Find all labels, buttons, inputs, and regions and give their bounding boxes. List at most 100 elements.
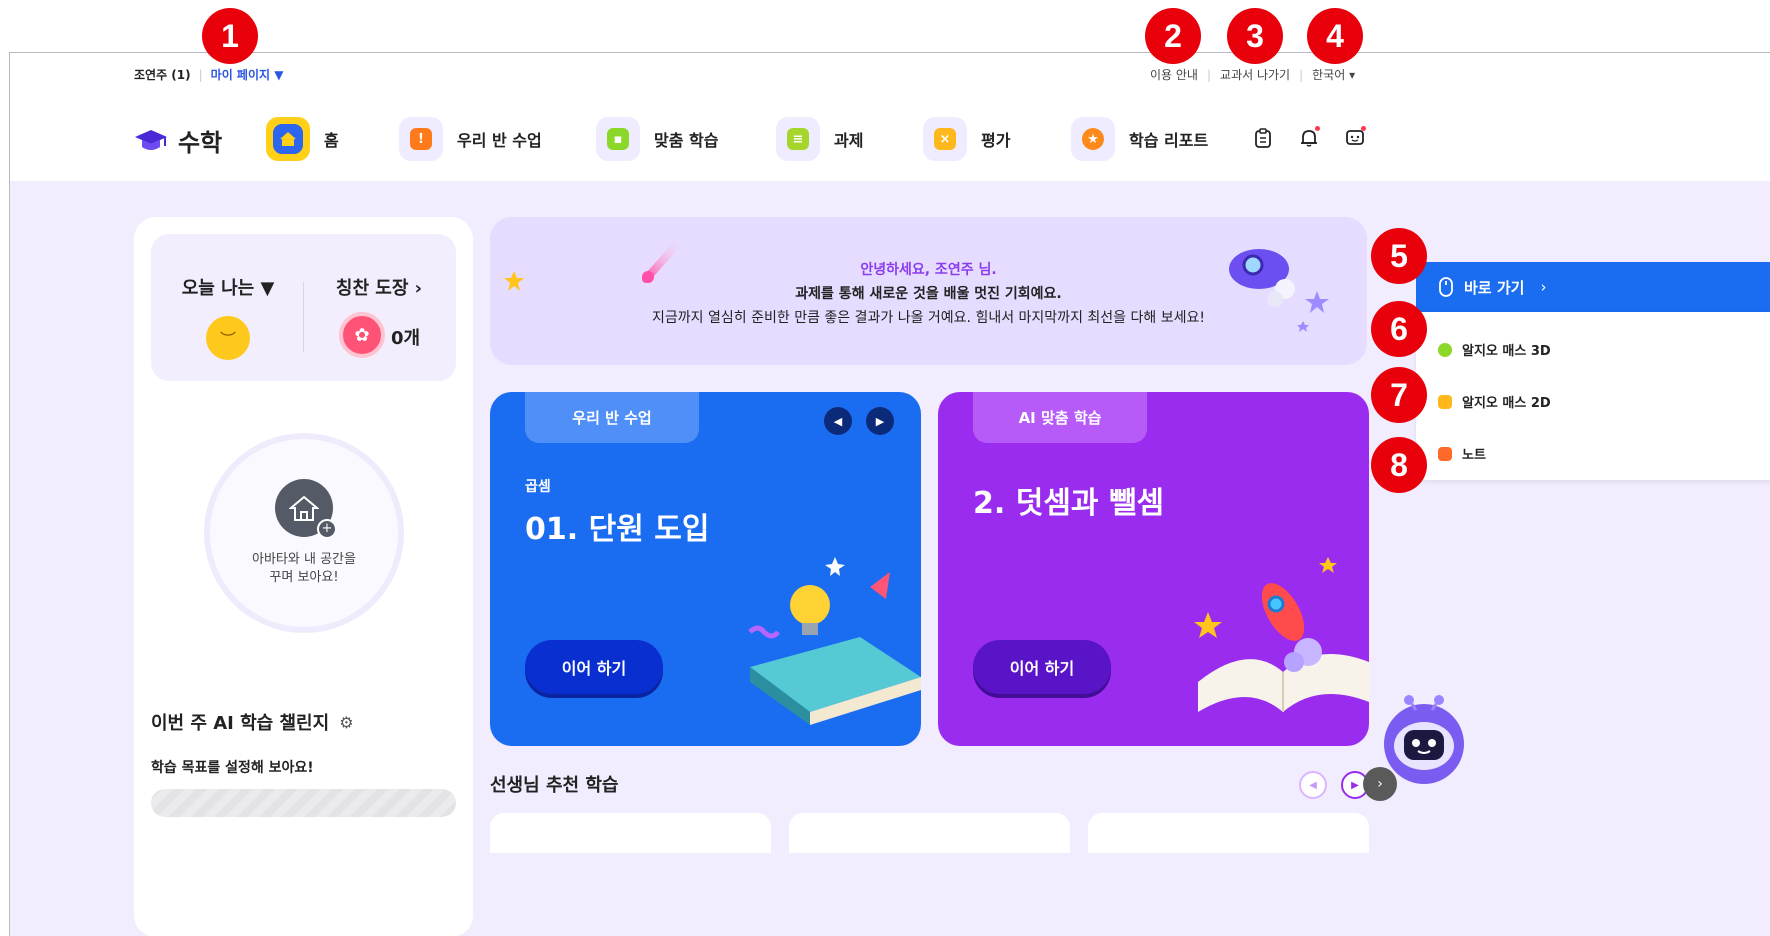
- banner-line3: 지금까지 열심히 준비한 만큼 좋은 결과가 나올 거예요. 힘내서 마지막까지…: [652, 310, 1205, 326]
- nav-class-label: 우리 반 수업: [457, 131, 542, 150]
- nav-custom-learning[interactable]: ▪ 맞춤 학습: [596, 115, 718, 163]
- user-name: 조연주 (1): [134, 68, 191, 82]
- quick-item-label: 알지오 매스 2D: [1462, 396, 1551, 411]
- nav-report[interactable]: ★ 학습 리포트: [1071, 115, 1208, 163]
- class-card-title: 01. 단원 도입: [525, 512, 710, 547]
- today-mood-dropdown[interactable]: 오늘 나는 ▼: [153, 274, 303, 300]
- recommended-card[interactable]: [490, 813, 771, 853]
- annotation-marker-3: 3: [1227, 8, 1283, 64]
- praise-stamp-link[interactable]: 칭찬 도장 ›: [304, 274, 454, 300]
- mypage-dropdown[interactable]: 마이 페이지 ▼: [211, 66, 284, 83]
- home-icon: [266, 117, 310, 161]
- ai-card-tab: AI 맞춤 학습: [973, 392, 1147, 443]
- subject-title: 수학: [178, 129, 223, 157]
- quick-menu: 바로 가기 › 알지오 매스 3D 알지오 매스 2D 노트: [1416, 262, 1770, 522]
- add-icon: +: [317, 519, 337, 539]
- recommended-card[interactable]: [1088, 813, 1369, 853]
- class-card-arrows: ◀ ▶: [824, 407, 894, 435]
- avatar-text-line1: 아바타와 내 공간을: [252, 552, 356, 567]
- graduation-cap-icon: [134, 128, 168, 154]
- utility-separator: |: [1299, 67, 1304, 82]
- notification-dot: [1361, 126, 1366, 131]
- notification-dot: [1315, 126, 1320, 131]
- annotation-marker-8: 8: [1371, 437, 1427, 493]
- quick-menu-list: 알지오 매스 3D 알지오 매스 2D 노트: [1416, 312, 1770, 480]
- book-lightbulb-illustration: [748, 557, 921, 725]
- nav-class[interactable]: ! 우리 반 수업: [399, 115, 542, 163]
- utility-separator: |: [198, 67, 203, 82]
- recommended-arrows: ◀ ▶: [1299, 771, 1369, 799]
- language-dropdown[interactable]: 한국어 ▾: [1312, 66, 1355, 83]
- nav-report-label: 학습 리포트: [1129, 131, 1209, 150]
- chevron-right-icon: ›: [1540, 278, 1547, 296]
- ai-continue-button[interactable]: 이어 하기: [973, 640, 1111, 694]
- mood-face-icon[interactable]: ︶: [206, 316, 250, 360]
- annotation-marker-4: 4: [1307, 8, 1363, 64]
- challenge-title-text: 이번 주 AI 학습 챌린지: [151, 713, 330, 734]
- note-icon: [1438, 446, 1452, 461]
- nav-home-label: 홈: [324, 131, 339, 150]
- nav-assessment-label: 평가: [981, 131, 1011, 150]
- recommended-title: 선생님 추천 학습: [490, 775, 619, 796]
- nav-assignment-label: 과제: [834, 131, 864, 150]
- quick-item-algeomath-2d[interactable]: 알지오 매스 2D: [1438, 392, 1551, 411]
- home-avatar-icon: +: [275, 479, 337, 539]
- quick-menu-title: 바로 가기: [1464, 278, 1525, 297]
- utility-right: 이용 안내 | 교과서 나가기 | 한국어 ▾: [1150, 66, 1355, 83]
- challenge-progress-bar: [151, 789, 456, 817]
- quick-menu-header[interactable]: 바로 가기 ›: [1416, 262, 1770, 312]
- class-card-tab: 우리 반 수업: [525, 392, 699, 443]
- greeting-banner: 안녕하세요, 조연주 님. 과제를 통해 새로운 것을 배울 멋진 기회예요. …: [490, 217, 1367, 365]
- quick-item-note[interactable]: 노트: [1438, 444, 1486, 463]
- ai-assistant-robot-icon[interactable]: [1374, 688, 1474, 788]
- recommended-cards: [490, 813, 1369, 853]
- profile-panel: 오늘 나는 ▼ 칭찬 도장 › ︶ ✿ 0개 + 아바타와 내 공간을 꾸며 보…: [134, 217, 473, 936]
- report-icon: ★: [1071, 117, 1115, 161]
- recommended-card[interactable]: [789, 813, 1070, 853]
- challenge-title: 이번 주 AI 학습 챌린지 ⚙: [151, 709, 354, 735]
- ai-learning-card[interactable]: AI 맞춤 학습 2. 덧셈과 뺄셈 이어 하기: [938, 392, 1369, 746]
- nav-assignment[interactable]: ≡ 과제: [776, 115, 863, 163]
- praise-stamp-icon: ✿: [339, 312, 385, 358]
- challenge-subtitle: 학습 목표를 설정해 보아요!: [151, 760, 314, 776]
- avatar-text-line2: 꾸며 보아요!: [269, 570, 339, 585]
- nav-assessment[interactable]: × 평가: [923, 115, 1010, 163]
- class-icon: !: [399, 117, 443, 161]
- banner-line2: 과제를 통해 새로운 것을 배울 멋진 기회예요.: [795, 286, 1062, 302]
- assessment-icon: ×: [923, 117, 967, 161]
- app-window: 조연주 (1) | 마이 페이지 ▼ 이용 안내 | 교과서 나가기 | 한국어…: [9, 52, 1770, 936]
- annotation-marker-6: 6: [1371, 301, 1427, 357]
- clipboard-icon[interactable]: [1250, 125, 1276, 151]
- main-nav: 수학 홈 ! 우리 반 수업 ▪ 맞춤 학습 ≡ 과제 × 평가 ★ 학습 리포…: [134, 115, 1374, 165]
- class-lesson-card[interactable]: 우리 반 수업 ◀ ▶ 곱셈 01. 단원 도입 이어 하기: [490, 392, 921, 746]
- message-icon[interactable]: [1342, 125, 1368, 151]
- mood-box: 오늘 나는 ▼ 칭찬 도장 › ︶ ✿ 0개: [151, 234, 456, 381]
- exit-textbook-link[interactable]: 교과서 나가기: [1220, 66, 1290, 83]
- class-continue-button[interactable]: 이어 하기: [525, 640, 663, 694]
- annotation-marker-2: 2: [1145, 8, 1201, 64]
- nav-custom-learning-label: 맞춤 학습: [654, 131, 719, 150]
- assignment-icon: ≡: [776, 117, 820, 161]
- quick-item-label: 알지오 매스 3D: [1462, 344, 1551, 359]
- annotation-marker-7: 7: [1371, 367, 1427, 423]
- open-book-rocket-illustration: [1194, 557, 1369, 712]
- gear-icon[interactable]: ⚙: [339, 713, 353, 732]
- ai-card-title: 2. 덧셈과 뺄셈: [973, 486, 1165, 521]
- cube-icon: [1438, 342, 1452, 357]
- quick-item-algeomath-3d[interactable]: 알지오 매스 3D: [1438, 340, 1551, 359]
- next-arrow-icon[interactable]: ▶: [866, 407, 894, 435]
- prev-arrow-icon[interactable]: ◀: [1299, 771, 1327, 799]
- annotation-marker-1: 1: [202, 8, 258, 64]
- banner-greeting: 안녕하세요, 조연주 님.: [860, 262, 997, 278]
- nav-home[interactable]: 홈: [266, 115, 339, 163]
- praise-count: 0개: [391, 328, 421, 349]
- custom-learning-icon: ▪: [596, 117, 640, 161]
- avatar-space[interactable]: + 아바타와 내 공간을 꾸며 보아요!: [204, 433, 404, 633]
- prev-arrow-icon[interactable]: ◀: [824, 407, 852, 435]
- subject-logo[interactable]: 수학: [134, 123, 222, 158]
- quick-item-label: 노트: [1462, 448, 1486, 463]
- guide-link[interactable]: 이용 안내: [1150, 66, 1198, 83]
- annotation-marker-5: 5: [1371, 228, 1427, 284]
- bell-icon[interactable]: [1296, 125, 1322, 151]
- utility-left: 조연주 (1) | 마이 페이지 ▼: [134, 66, 283, 83]
